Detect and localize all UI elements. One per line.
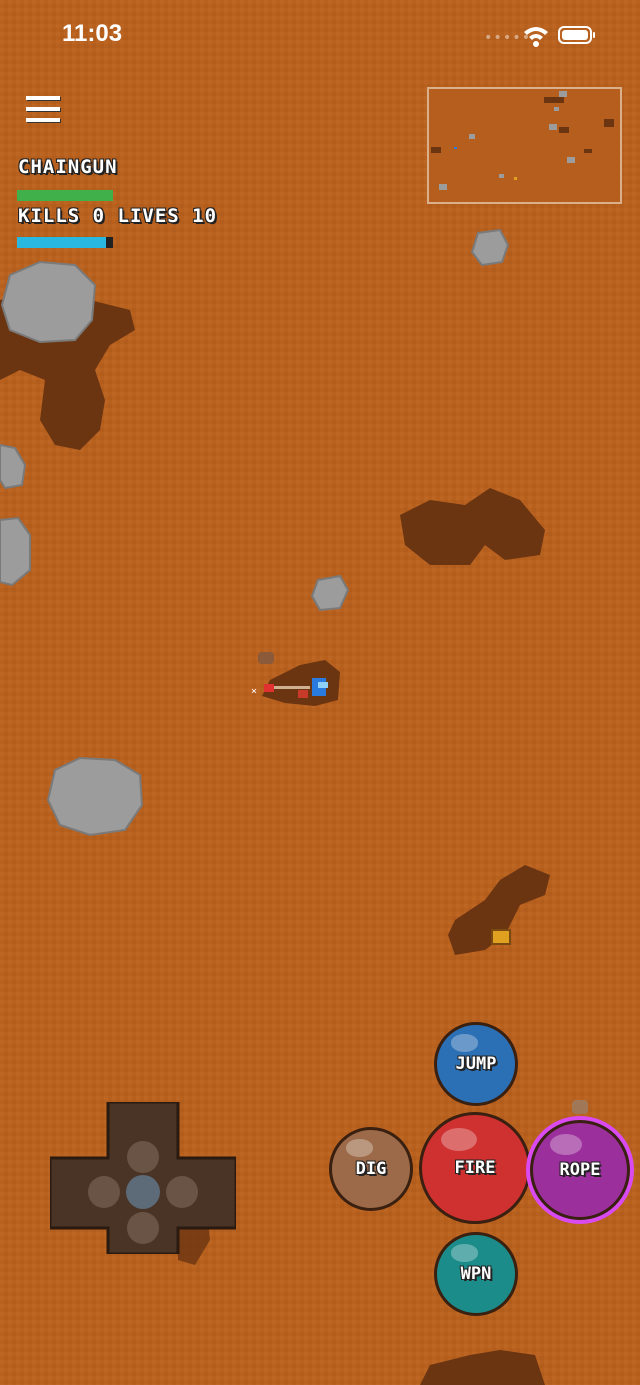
dig-label: DIG <box>355 1159 387 1179</box>
dpad-icon[interactable] <box>50 1102 236 1254</box>
weapon-bar <box>17 190 113 201</box>
clock: 11:03 <box>62 20 123 47</box>
jump-button[interactable]: JUMP <box>434 1022 518 1106</box>
crate <box>491 929 511 945</box>
weapon-label: WPN <box>460 1264 492 1284</box>
fire-button[interactable]: FIRE <box>419 1112 531 1224</box>
status-bar: 11:03 ••••• <box>0 0 640 70</box>
jump-label: JUMP <box>455 1054 497 1074</box>
weapon-name: CHAINGUN <box>18 156 118 178</box>
weapon-button[interactable]: WPN <box>434 1232 518 1316</box>
health-bar-fill <box>17 237 107 248</box>
battery-icon <box>558 26 595 44</box>
hamburger-menu-icon[interactable] <box>26 96 60 130</box>
wifi-icon <box>524 27 548 47</box>
kills-lives: KILLS 0 LIVES 10 <box>18 205 218 227</box>
rope-button[interactable]: ROPE <box>530 1120 630 1220</box>
svg-text:×: × <box>251 686 257 697</box>
fire-label: FIRE <box>454 1158 496 1178</box>
rope-label: ROPE <box>559 1160 601 1180</box>
dig-button[interactable]: DIG <box>329 1127 413 1211</box>
health-bar <box>17 237 113 248</box>
minimap <box>427 87 622 204</box>
